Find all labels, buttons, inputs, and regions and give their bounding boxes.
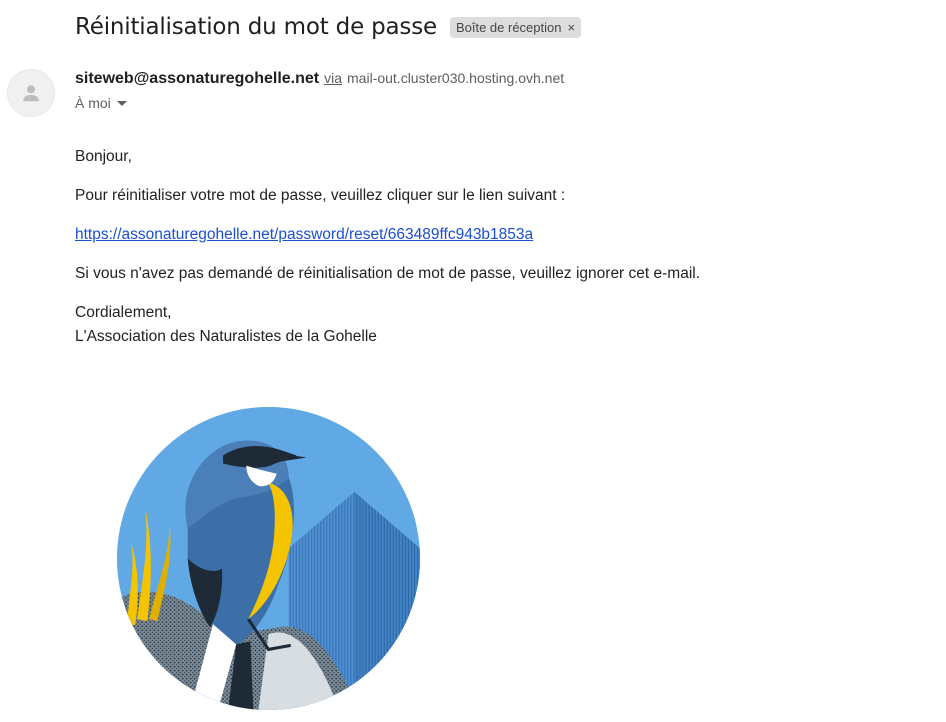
remove-label-button[interactable]: ×	[567, 20, 575, 35]
email-view: Réinitialisation du mot de passe Boîte d…	[0, 0, 946, 722]
inbox-label-chip[interactable]: Boîte de réception ×	[449, 16, 582, 38]
instruction-text: Pour réinitialiser votre mot de passe, v…	[75, 187, 566, 204]
sender-avatar[interactable]	[7, 69, 55, 117]
signature: L'Association des Naturalistes de la Goh…	[75, 328, 377, 345]
via-link[interactable]: via	[324, 70, 342, 86]
sender-line: siteweb@assonaturegohelle.net via mail-o…	[75, 70, 564, 88]
caret-down-icon[interactable]	[116, 100, 127, 106]
recipient-dropdown[interactable]: À moi	[75, 95, 127, 111]
email-body: Bonjour, Pour réinitialiser votre mot de…	[75, 145, 875, 364]
label-text: Boîte de réception	[455, 19, 562, 35]
sender-email[interactable]: siteweb@assonaturegohelle.net	[75, 70, 319, 88]
subject-row: Réinitialisation du mot de passe Boîte d…	[75, 10, 582, 44]
ignore-notice: Si vous n'avez pas demandé de réinitiali…	[75, 265, 701, 282]
greeting: Bonjour,	[75, 148, 132, 165]
email-subject: Réinitialisation du mot de passe	[75, 14, 437, 40]
closing: Cordialement,	[75, 304, 172, 321]
reset-password-link[interactable]: https://assonaturegohelle.net/password/r…	[75, 226, 533, 243]
via-host: mail-out.cluster030.hosting.ovh.net	[347, 70, 565, 86]
person-icon	[23, 85, 39, 102]
recipient-label: À moi	[75, 95, 111, 111]
bird-logo-icon	[117, 407, 420, 710]
